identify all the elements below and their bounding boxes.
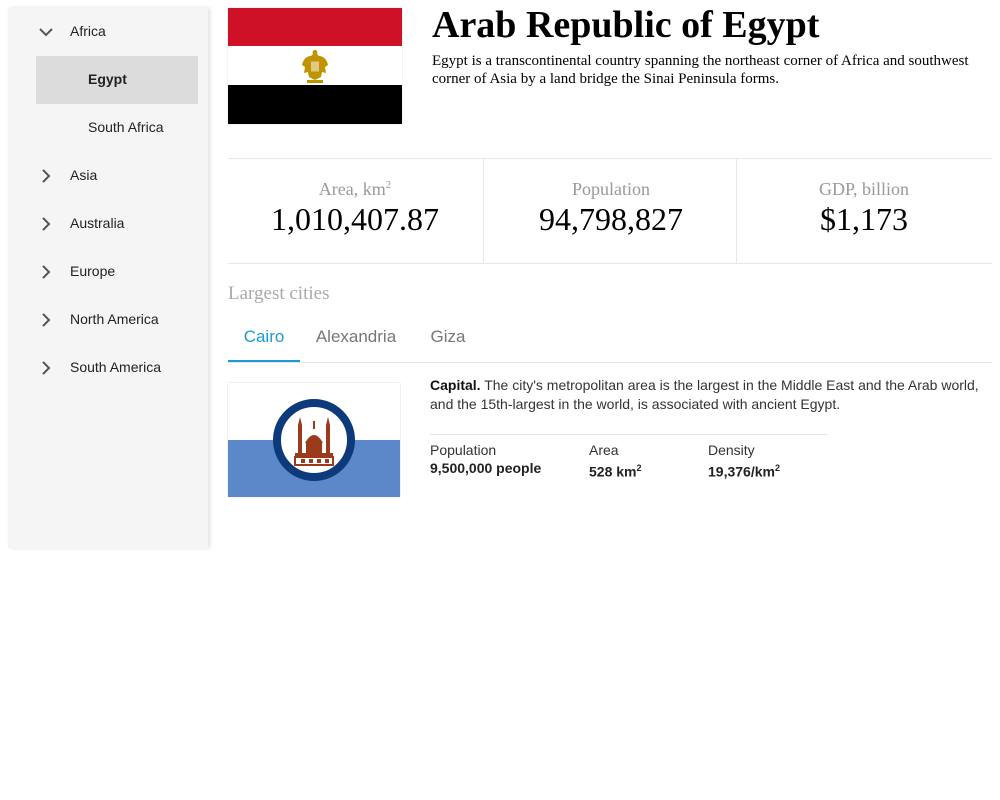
tree-item-australia[interactable]: Australia bbox=[8, 200, 208, 248]
city-stat-label: Density bbox=[708, 442, 755, 458]
tab-alexandria[interactable]: Alexandria bbox=[308, 316, 404, 362]
city-description: Capital. The city's metropolitan area is… bbox=[430, 376, 985, 414]
country-description: Egypt is a transcontinental country span… bbox=[432, 53, 969, 87]
tree-item-egypt[interactable]: Egypt bbox=[36, 56, 198, 104]
tree-item-south-america[interactable]: South America bbox=[8, 344, 208, 392]
page-title: Arab Republic of Egypt bbox=[432, 4, 820, 46]
city-flag bbox=[228, 383, 400, 497]
stat-area: Area, km2 1,010,407.87 bbox=[228, 159, 482, 263]
chevron-right-icon[interactable] bbox=[36, 262, 56, 282]
city-stat-area: Area 528 km2 bbox=[589, 442, 642, 482]
tree-item-label: South America bbox=[70, 359, 162, 375]
city-lead: Capital. bbox=[430, 377, 481, 393]
chevron-right-icon[interactable] bbox=[36, 310, 56, 330]
city-stat-superscript: 2 bbox=[774, 463, 780, 473]
stat-gdp: GDP, billion $1,173 bbox=[736, 159, 991, 263]
city-tabs: Cairo Alexandria Giza bbox=[228, 316, 992, 363]
tab-cairo[interactable]: Cairo bbox=[228, 316, 300, 362]
stat-value: $1,173 bbox=[820, 201, 908, 237]
country-stats: Area, km2 1,010,407.87 Population 94,798… bbox=[228, 158, 992, 264]
stat-label: Population bbox=[571, 179, 650, 199]
tree-item-label: North America bbox=[70, 311, 159, 327]
continent-tree: Africa Egypt South Africa Asia Australia… bbox=[8, 8, 208, 548]
city-stat-population: Population 9,500,000 people bbox=[430, 442, 541, 478]
country-flag bbox=[228, 8, 402, 124]
mosque-emblem-icon bbox=[273, 399, 355, 481]
tree-item-south-africa[interactable]: South Africa bbox=[36, 104, 198, 152]
tree-item-africa[interactable]: Africa bbox=[8, 8, 208, 56]
city-stat-superscript: 2 bbox=[636, 463, 642, 473]
stat-value: 94,798,827 bbox=[539, 201, 683, 237]
tree-item-label: Europe bbox=[70, 263, 116, 279]
tree-item-label: Egypt bbox=[88, 71, 127, 87]
tree-item-label: South Africa bbox=[88, 119, 164, 135]
flag-band-red bbox=[228, 8, 402, 47]
city-stat-value: 9,500,000 people bbox=[430, 460, 542, 476]
stat-label: Area, km2 bbox=[318, 179, 392, 199]
chevron-right-icon[interactable] bbox=[36, 358, 56, 378]
stat-label-superscript: 2 bbox=[385, 179, 392, 191]
tree-item-north-america[interactable]: North America bbox=[8, 296, 208, 344]
chevron-down-icon[interactable] bbox=[36, 22, 56, 42]
stat-population: Population 94,798,827 bbox=[483, 159, 738, 263]
tree-item-label: Africa bbox=[70, 23, 106, 39]
city-stat-label: Population bbox=[430, 442, 497, 458]
tree-item-asia[interactable]: Asia bbox=[8, 152, 208, 200]
tree-item-europe[interactable]: Europe bbox=[8, 248, 208, 296]
tab-giza[interactable]: Giza bbox=[418, 316, 478, 362]
flag-band-black bbox=[228, 85, 402, 124]
chevron-right-icon[interactable] bbox=[36, 166, 56, 186]
city-stat-density: Density 19,376/km2 bbox=[708, 442, 780, 482]
section-title: Largest cities bbox=[228, 283, 330, 304]
city-stat-value: 528 km2 bbox=[589, 463, 642, 480]
city-stat-value: 19,376/km2 bbox=[708, 463, 780, 480]
stat-value: 1,010,407.87 bbox=[271, 201, 439, 237]
city-stat-label: Area bbox=[589, 442, 619, 458]
stat-label: GDP, billion bbox=[818, 179, 910, 199]
city-stats: Population 9,500,000 people Area 528 km2… bbox=[430, 434, 828, 481]
tree-item-label: Australia bbox=[70, 215, 125, 231]
tree-item-label: Asia bbox=[70, 167, 98, 183]
eagle-emblem-icon bbox=[302, 50, 328, 83]
chevron-right-icon[interactable] bbox=[36, 214, 56, 234]
city-description-text: The city's metropolitan area is the larg… bbox=[430, 377, 979, 412]
